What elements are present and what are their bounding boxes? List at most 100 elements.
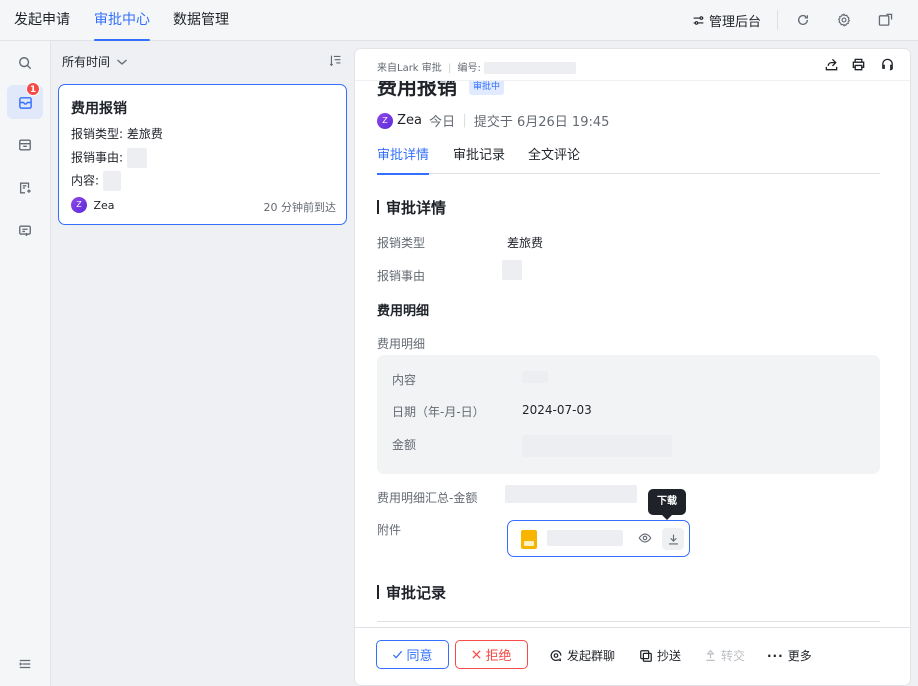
expense-amount-label: 金额 [392,438,417,452]
card-type-value: 差旅费 [126,127,163,141]
redacted-value [102,171,121,191]
image-file-icon [521,530,537,549]
field-type-value: 差旅费 [507,236,544,250]
archive-icon[interactable] [7,128,43,162]
unread-badge: 1 [26,82,40,96]
tab-data-management[interactable]: 数据管理 [173,0,229,41]
expense-heading: 费用明细 [377,304,430,319]
group-chat-label: 发起群聊 [567,649,616,663]
card-reason-line: 报销事由: [71,148,147,168]
card-type-line: 报销类型: 差旅费 [71,125,163,142]
support-icon[interactable] [880,57,895,76]
attachment-label: 附件 [377,523,402,537]
attachment-file[interactable] [507,520,690,557]
redacted-value [484,62,577,74]
detail-header: 来自Lark 审批 | 编号: [355,49,910,81]
group-chat-button[interactable]: 发起群聊 [549,647,615,664]
redacted-value [126,148,147,168]
cc-label: 抄送 [657,649,682,663]
field-reason-label: 报销事由 [377,269,426,283]
detail-source-line: 来自Lark 审批 | 编号: [377,59,577,74]
document-icon[interactable] [7,171,43,205]
divider [777,10,778,30]
approval-detail-panel: 来自Lark 审批 | 编号: 费用报销 审批中 Z Zea 今日 | 提交于 … [354,48,911,686]
field-type-label: 报销类型 [377,236,426,250]
sliders-icon [692,14,705,27]
tab-approval-details[interactable]: 审批详情 [377,144,430,175]
approval-card[interactable]: 费用报销 报销类型: 差旅费 报销事由: 内容: Z Zea 20 分钟前到达 [58,84,347,225]
chevron-down-icon [116,56,128,70]
tab-submit-request[interactable]: 发起申请 [14,0,70,41]
submit-day: 今日 [429,115,456,130]
time-filter-label: 所有时间 [62,55,111,69]
card-arrival-time: 20 分钟前到达 [263,201,337,214]
copy-icon [639,649,653,663]
redacted-value [522,435,672,457]
divider [377,621,880,622]
tab-comments[interactable]: 全文评论 [528,144,580,174]
card-content-label: 内容: [71,173,100,188]
download-icon[interactable] [662,528,684,550]
more-label: 更多 [787,649,812,663]
collapse-icon[interactable] [7,647,43,681]
submitter-line: Z Zea 今日 | 提交于 6月26日 19:45 [377,111,609,130]
top-bar: 发起申请 审批中心 数据管理 管理后台 [0,0,918,41]
gear-icon[interactable] [833,9,855,31]
approve-label: 同意 [406,649,433,664]
approve-button[interactable]: 同意 [376,640,449,669]
chat-search-icon [549,649,563,663]
eye-icon[interactable] [638,531,652,549]
submitter-name[interactable]: Zea [397,113,422,128]
transfer-icon [704,649,717,662]
detail-number-label: 编号: [457,63,481,74]
admin-console-label: 管理后台 [709,14,762,30]
redacted-value [522,371,548,383]
card-reason-label: 报销事由: [71,150,124,165]
more-button[interactable]: ··· 更多 [767,647,812,664]
expense-date-label: 日期（年-月-日） [392,405,485,419]
transfer-button[interactable]: 转交 [704,647,745,664]
avatar: Z [71,197,87,213]
transfer-label: 转交 [721,649,746,663]
card-title: 费用报销 [71,101,127,117]
submit-time: 提交于 6月26日 19:45 [473,115,610,130]
printer-icon[interactable] [851,57,866,76]
section-approval-records: 审批记录 [377,582,446,603]
redacted-value [505,485,637,503]
action-footer: 同意 拒绝 发起群聊 抄送 转交 ··· 更多 [355,627,910,685]
cc-button[interactable]: 抄送 [639,647,681,664]
check-icon [392,649,403,660]
status-badge: 审批中 [469,79,505,95]
new-window-icon[interactable] [874,9,896,31]
time-filter-dropdown[interactable]: 所有时间 [62,53,128,70]
search-icon[interactable] [7,46,43,80]
approval-list-panel: 所有时间 费用报销 报销类型: 差旅费 报销事由: 内容: Z Zea 20 分… [51,41,354,686]
detail-tabs: 审批详情 审批记录 全文评论 [377,144,880,175]
expense-label: 费用明细 [377,337,426,351]
card-type-label: 报销类型: [71,127,124,141]
tab-approval-center[interactable]: 审批中心 [94,0,150,41]
expense-date-value: 2024-07-03 [522,403,592,417]
expense-detail-box: 内容 日期（年-月-日） 2024-07-03 金额 [377,355,880,474]
reject-button[interactable]: 拒绝 [455,640,528,669]
total-amount-label: 费用明细汇总-金额 [377,491,478,505]
detail-source: 来自Lark 审批 [377,63,442,74]
icon-rail: 1 [0,41,51,686]
more-icon: ··· [767,648,784,663]
reject-label: 拒绝 [485,649,512,664]
section-approval-details: 审批详情 [377,197,446,218]
refresh-icon[interactable] [792,9,814,31]
card-content-line: 内容: [71,171,121,191]
redacted-value [502,260,522,280]
expense-content-label: 内容 [392,373,417,387]
share-icon[interactable] [824,57,839,76]
inbox-icon[interactable]: 1 [7,82,43,119]
close-icon [471,649,482,660]
download-tooltip: 下载 [648,489,686,520]
forward-icon[interactable] [7,214,43,248]
redacted-filename [547,530,623,546]
admin-console-button[interactable]: 管理后台 [692,0,761,40]
sort-icon[interactable] [329,54,342,71]
tab-approval-records[interactable]: 审批记录 [453,144,505,174]
card-footer: Z Zea 20 分钟前到达 [71,197,337,214]
